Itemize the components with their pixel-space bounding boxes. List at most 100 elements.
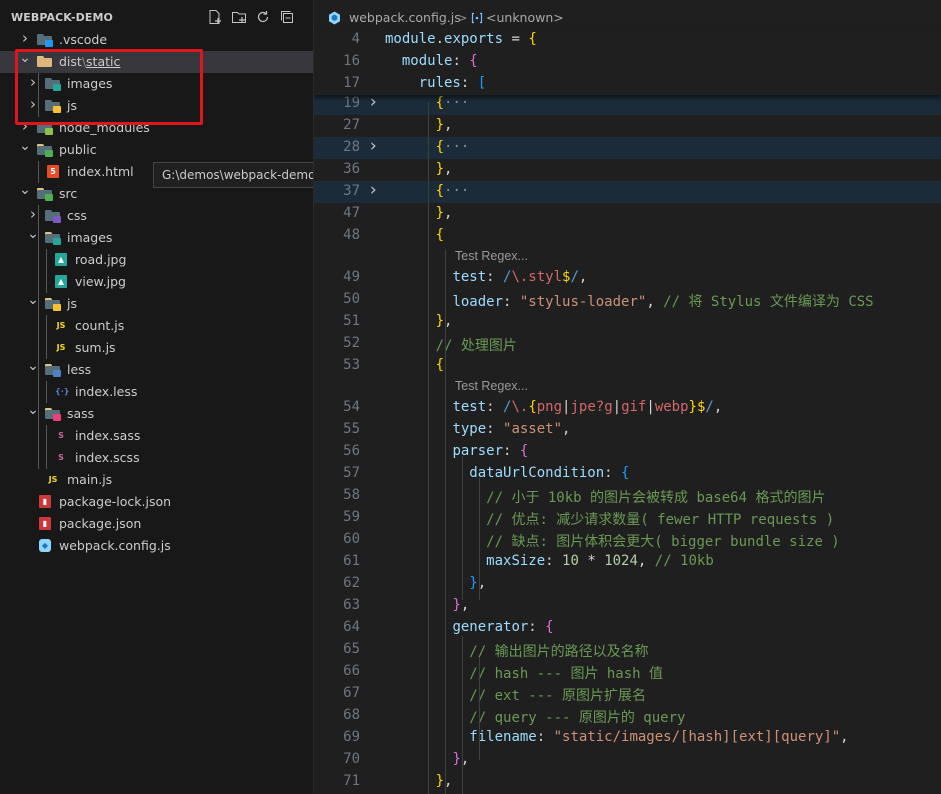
refresh-icon[interactable] bbox=[255, 9, 271, 25]
code-line[interactable]: 61 maxSize: 10 * 1024, // 10kb bbox=[314, 551, 941, 573]
code-line[interactable]: 66 // hash --- 图片 hash 值 bbox=[314, 661, 941, 683]
tree-item-label: index.scss bbox=[75, 450, 140, 465]
line-number: 53 bbox=[343, 357, 360, 373]
code-line[interactable]: 56 parser: { bbox=[314, 441, 941, 463]
code-line[interactable]: 49 test: /\.styl$/, bbox=[314, 267, 941, 289]
code-line[interactable]: 71 }, bbox=[314, 771, 941, 793]
line-number: 67 bbox=[343, 685, 360, 701]
code-line[interactable]: 4 module.exports = { bbox=[314, 29, 941, 51]
fold-chevron-icon[interactable]: › bbox=[368, 180, 378, 200]
test-regex-codelens[interactable]: Test Regex... bbox=[455, 379, 528, 399]
chevron-down-icon[interactable]: ⌄ bbox=[19, 139, 31, 153]
tree-folder[interactable]: › .vscode bbox=[0, 29, 313, 51]
chevron-right-icon[interactable]: › bbox=[19, 31, 31, 46]
code-line[interactable]: 64 generator: { bbox=[314, 617, 941, 639]
code-line[interactable]: 68 // query --- 原图片的 query bbox=[314, 705, 941, 727]
code-line[interactable]: 19 › {··· bbox=[314, 92, 941, 115]
code-line[interactable]: 65 // 输出图片的路径以及名称 bbox=[314, 639, 941, 661]
code-line[interactable]: 69 filename: "static/images/[hash][ext][… bbox=[314, 727, 941, 749]
line-number: 58 bbox=[343, 487, 360, 503]
chevron-down-icon[interactable]: ⌄ bbox=[19, 183, 31, 197]
line-number: 64 bbox=[343, 619, 360, 635]
code-line[interactable]: 62 }, bbox=[314, 573, 941, 595]
code-text: { bbox=[435, 227, 445, 243]
tree-file[interactable]: ▮ package.json bbox=[0, 513, 313, 535]
code-text: }, bbox=[435, 313, 453, 329]
code-line[interactable]: 54 test: /\.{png|jpe?g|gif|webp}$/, bbox=[314, 397, 941, 419]
fold-chevron-icon[interactable]: › bbox=[368, 92, 378, 112]
code-text: // query --- 原图片的 query bbox=[469, 710, 686, 726]
tree-item-label: count.js bbox=[75, 318, 125, 333]
indent-guide bbox=[479, 478, 480, 600]
code-text: }, bbox=[435, 117, 453, 133]
code-text: { bbox=[435, 357, 445, 373]
code-line[interactable]: 36 }, bbox=[314, 159, 941, 181]
line-number: 65 bbox=[343, 641, 360, 657]
tree-folder[interactable]: ⌄ public bbox=[0, 139, 313, 161]
collapse-all-icon[interactable] bbox=[279, 9, 295, 25]
less-folder-icon bbox=[45, 363, 61, 377]
indent-guide bbox=[46, 315, 47, 359]
new-file-icon[interactable] bbox=[207, 9, 223, 25]
code-line[interactable]: 16 module: { bbox=[314, 51, 941, 73]
code-line[interactable]: 67 // ext --- 原图片扩展名 bbox=[314, 683, 941, 705]
code-text: parser: { bbox=[452, 443, 529, 459]
code-line[interactable]: 27 }, bbox=[314, 115, 941, 137]
code-line[interactable]: 63 }, bbox=[314, 595, 941, 617]
test-regex-codelens[interactable]: Test Regex... bbox=[455, 249, 528, 269]
sticky-scroll[interactable]: 4 module.exports = {16 module: {17 rules:… bbox=[314, 29, 941, 95]
line-number: 60 bbox=[343, 531, 360, 547]
line-number: 70 bbox=[343, 751, 360, 767]
line-number: 57 bbox=[343, 465, 360, 481]
code-text: dataUrlCondition: { bbox=[469, 465, 630, 481]
code-text: }, bbox=[469, 575, 487, 591]
code-text: // 处理图片 bbox=[435, 338, 517, 354]
sass-file-icon: S bbox=[58, 431, 64, 440]
tree-folder[interactable]: ⌄ sass bbox=[0, 403, 313, 425]
code-line[interactable]: 59 // 优点: 减少请求数量( fewer HTTP requests ) bbox=[314, 507, 941, 529]
line-number: 71 bbox=[343, 773, 360, 789]
tree-folder[interactable]: ⌄ less bbox=[0, 359, 313, 381]
new-folder-icon[interactable] bbox=[231, 9, 247, 25]
line-number: 66 bbox=[343, 663, 360, 679]
tree-folder[interactable]: ⌄ images bbox=[0, 227, 313, 249]
tree-file[interactable]: ◆ webpack.config.js bbox=[0, 535, 313, 557]
tree-file[interactable]: ▮ package-lock.json bbox=[0, 491, 313, 513]
tree-item-label: images bbox=[67, 230, 113, 245]
code-line[interactable]: 17 rules: [ bbox=[314, 73, 941, 95]
indent-guide bbox=[462, 636, 463, 794]
code-line[interactable]: 48 { bbox=[314, 225, 941, 247]
code-line[interactable]: 28 › {··· bbox=[314, 136, 941, 159]
tree-folder[interactable]: › css bbox=[0, 205, 313, 227]
line-number: 36 bbox=[343, 161, 360, 177]
tree-file[interactable]: JS main.js bbox=[0, 469, 313, 491]
code-line[interactable]: 55 type: "asset", bbox=[314, 419, 941, 441]
line-number: 47 bbox=[343, 205, 360, 221]
js-file-icon: JS bbox=[56, 343, 66, 352]
code-line[interactable]: 50 loader: "stylus-loader", // 将 Stylus … bbox=[314, 289, 941, 311]
code-line[interactable]: 70 }, bbox=[314, 749, 941, 771]
vscode-folder-icon bbox=[37, 33, 53, 47]
indent-guide bbox=[445, 250, 446, 794]
code-line[interactable]: 51 }, bbox=[314, 311, 941, 333]
code-area[interactable]: 19 › {··· 27 }, 28 › {··· 36 }, 37 › {··· 47 }, 4… bbox=[314, 0, 941, 794]
line-number: 4 bbox=[351, 31, 360, 47]
code-line[interactable]: 52 // 处理图片 bbox=[314, 333, 941, 355]
tree-folder[interactable]: ⌄ js bbox=[0, 293, 313, 315]
code-line[interactable]: 47 }, bbox=[314, 203, 941, 225]
fold-chevron-icon[interactable]: › bbox=[368, 136, 378, 156]
code-line[interactable]: 37 › {··· bbox=[314, 180, 941, 203]
indent-guide bbox=[38, 205, 39, 469]
code-line[interactable]: 57 dataUrlCondition: { bbox=[314, 463, 941, 485]
code-text: test: /\.{png|jpe?g|gif|webp}$/, bbox=[452, 399, 723, 415]
code-line[interactable]: 53 { bbox=[314, 355, 941, 377]
red-annotation-box bbox=[15, 49, 203, 125]
html-file-icon: 5 bbox=[45, 165, 61, 179]
code-line[interactable]: 60 // 缺点: 图片体积会更大( bigger bundle size ) bbox=[314, 529, 941, 551]
explorer-sidebar: WEBPACK-DEMO › .vscode ⌄ dist\static › images… bbox=[0, 0, 314, 794]
line-number: 69 bbox=[343, 729, 360, 745]
code-editor[interactable]: webpack.config.js > <unknown> 4 module.ex… bbox=[314, 0, 941, 794]
line-number: 54 bbox=[343, 399, 360, 415]
code-line[interactable]: 58 // 小于 10kb 的图片会被转成 base64 格式的图片 bbox=[314, 485, 941, 507]
line-number: 56 bbox=[343, 443, 360, 459]
